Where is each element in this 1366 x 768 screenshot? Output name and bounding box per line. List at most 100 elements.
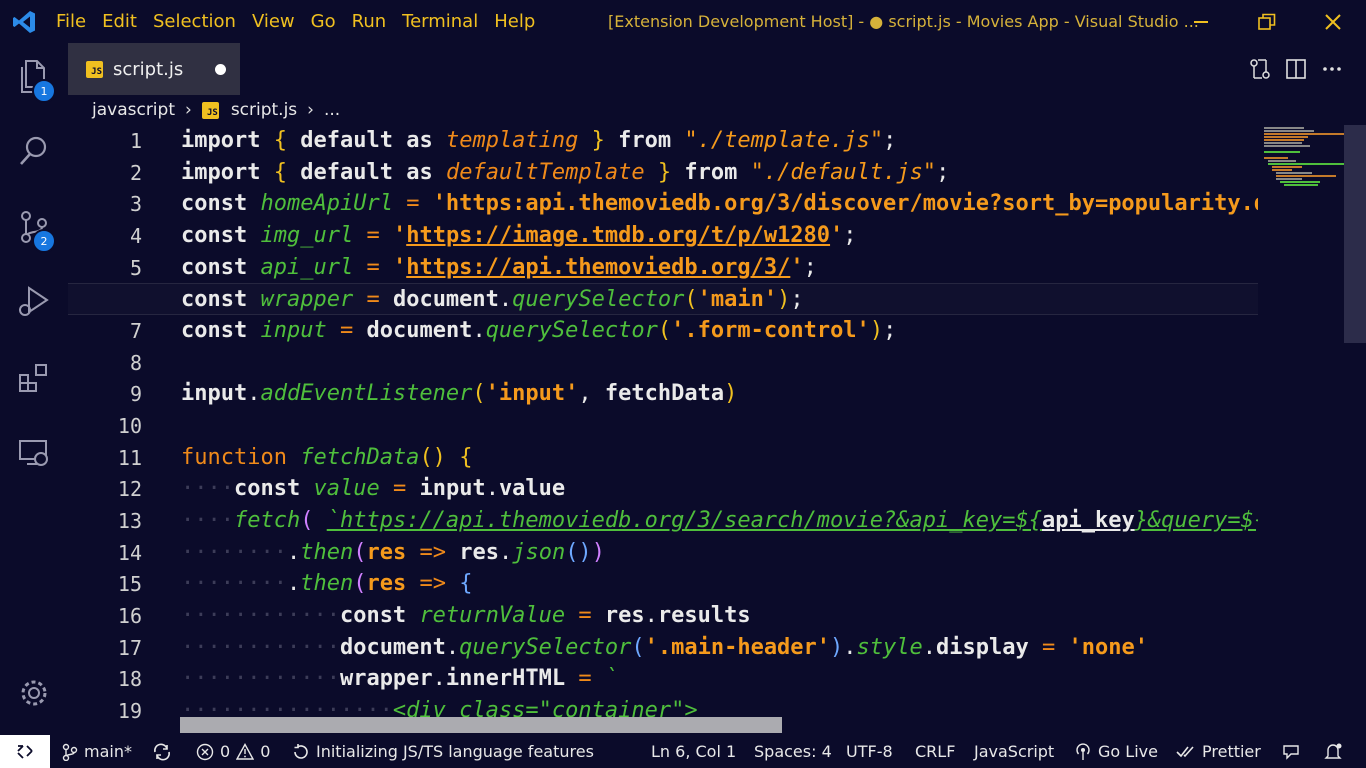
minimap[interactable]	[1258, 125, 1366, 735]
menu-run[interactable]: Run	[344, 0, 395, 43]
notifications-button[interactable]	[1324, 735, 1344, 768]
go-live-label: Go Live	[1098, 742, 1158, 761]
more-actions-button[interactable]	[1314, 51, 1350, 87]
search-button[interactable]	[12, 129, 56, 173]
branch-status[interactable]: main*	[62, 735, 132, 768]
remote-icon	[17, 744, 33, 759]
bell-icon	[1324, 743, 1342, 759]
line-number: 19	[117, 699, 142, 723]
minimap-line	[1272, 166, 1302, 168]
tab-script-js[interactable]: JS script.js	[68, 43, 240, 95]
feedback-button[interactable]	[1282, 735, 1302, 768]
menu-go[interactable]: Go	[303, 0, 344, 43]
menu-selection[interactable]: Selection	[145, 0, 244, 43]
line-number: 7	[129, 319, 142, 343]
restore-button[interactable]	[1234, 0, 1300, 43]
prettier-status[interactable]: Prettier	[1176, 735, 1261, 768]
minimap-line	[1264, 130, 1314, 132]
eol-status[interactable]: CRLF	[915, 735, 955, 768]
menu-help[interactable]: Help	[486, 0, 543, 43]
vscode-logo-icon	[0, 0, 48, 43]
token: then	[300, 571, 354, 596]
remote-explorer-button[interactable]	[12, 431, 56, 475]
explorer-button[interactable]: 1	[12, 55, 56, 103]
encoding-status[interactable]: UTF-8	[846, 735, 893, 768]
token: (	[657, 318, 672, 343]
token: import	[181, 128, 261, 153]
code-line: const img_url = 'https://image.tmdb.org/…	[181, 220, 857, 252]
unsaved-dot-icon[interactable]	[215, 64, 226, 75]
menu-view[interactable]: View	[244, 0, 303, 43]
menu-edit[interactable]: Edit	[94, 0, 145, 43]
token: .	[445, 635, 460, 660]
whitespace: ············	[181, 603, 340, 628]
minimap-line	[1264, 151, 1300, 153]
token: 'input'	[485, 381, 579, 406]
token: const	[181, 318, 248, 343]
feedback-icon	[1283, 744, 1299, 760]
token: style	[856, 635, 923, 660]
token: fetchData	[604, 381, 725, 406]
extensions-button[interactable]	[12, 355, 56, 399]
minimap-line	[1264, 127, 1304, 129]
breadcrumb-file[interactable]: script.js	[231, 100, 297, 120]
problems-status[interactable]: 0 0	[196, 735, 270, 768]
minimap-line	[1280, 181, 1320, 183]
language-service-status: Initializing JS/TS language features	[292, 735, 594, 768]
token: (	[684, 287, 698, 312]
explorer-badge: 1	[32, 79, 56, 103]
go-live-button[interactable]: Go Live	[1074, 735, 1158, 768]
token: (	[300, 508, 314, 533]
horizontal-scrollbar[interactable]	[180, 717, 782, 733]
title-bar: File Edit Selection View Go Run Terminal…	[0, 0, 1366, 43]
line-number: 14	[117, 541, 142, 565]
line-number: 4	[129, 224, 142, 248]
token: ;	[843, 223, 857, 248]
prettier-label: Prettier	[1202, 742, 1261, 761]
token: fetch	[233, 508, 301, 533]
breadcrumb-folder[interactable]: javascript	[92, 100, 175, 120]
token: const	[233, 476, 301, 501]
token: ;	[803, 255, 817, 280]
token: )	[830, 635, 844, 660]
vertical-scrollbar[interactable]	[1344, 125, 1366, 343]
run-debug-button[interactable]	[12, 279, 56, 323]
restore-icon	[1258, 13, 1276, 30]
token: )	[869, 318, 884, 343]
token: =	[392, 476, 407, 501]
link[interactable]: https://api.themoviedb.org/3/	[406, 255, 790, 280]
search-icon	[20, 136, 47, 165]
cursor-position[interactable]: Ln 6, Col 1	[651, 735, 736, 768]
minimize-button[interactable]	[1168, 0, 1234, 43]
open-changes-button[interactable]	[1242, 51, 1278, 87]
token: ,	[578, 381, 592, 406]
source-control-button[interactable]: 2	[12, 205, 56, 253]
remote-indicator-button[interactable]	[0, 735, 50, 768]
settings-button[interactable]	[12, 671, 56, 715]
token: addEventListener	[260, 381, 473, 406]
sync-button[interactable]	[152, 735, 172, 768]
link[interactable]: https://image.tmdb.org/t/p/w1280	[406, 223, 830, 248]
git-branch-icon	[62, 743, 78, 761]
token: (	[353, 571, 367, 596]
chevron-right-icon: ›	[185, 100, 192, 120]
token: (	[631, 635, 645, 660]
code-content[interactable]: import { default as templating } from ".…	[68, 125, 1258, 735]
menu-file[interactable]: File	[48, 0, 94, 43]
token: api_key	[1041, 508, 1135, 533]
breadcrumb-more[interactable]: ...	[324, 100, 340, 120]
token: img_url	[260, 223, 354, 248]
token: ;	[883, 318, 897, 343]
close-button[interactable]	[1300, 0, 1366, 43]
split-editor-button[interactable]	[1278, 51, 1314, 87]
language-mode[interactable]: JavaScript	[974, 735, 1054, 768]
error-count: 0	[220, 742, 231, 761]
token: .	[432, 666, 446, 691]
menu-terminal[interactable]: Terminal	[394, 0, 486, 43]
indentation-status[interactable]: Spaces: 4	[754, 735, 832, 768]
code-editor[interactable]: 1 2 3 4 5 6 7 8 9 10 11 12 13 14 15 16 1…	[68, 125, 1258, 735]
token: (	[472, 381, 486, 406]
line-number: 8	[129, 351, 142, 375]
token: (	[353, 540, 367, 565]
whitespace: ········	[181, 540, 287, 565]
